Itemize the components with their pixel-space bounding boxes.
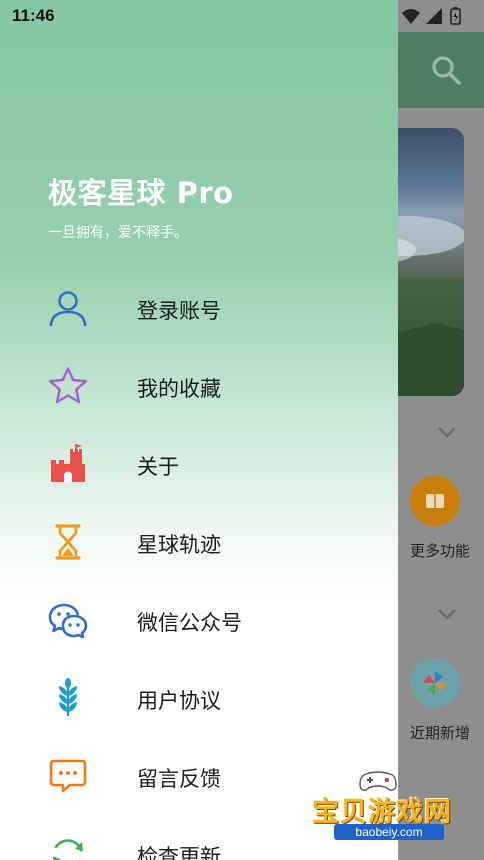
- pinwheel-icon[interactable]: [410, 658, 460, 708]
- watermark: 宝贝游戏网 baobeiy.com: [300, 766, 484, 860]
- chevron-down-icon[interactable]: [436, 606, 458, 620]
- menu-item-label: 留言反馈: [137, 767, 221, 791]
- message-icon: [48, 756, 88, 796]
- user-icon: [48, 288, 88, 328]
- status-bar: 11:46: [0, 0, 484, 32]
- recently-added-label[interactable]: 近期新增: [396, 722, 484, 743]
- chevron-down-icon[interactable]: [436, 424, 458, 438]
- wifi-icon: [402, 9, 420, 24]
- menu-item-label: 我的收藏: [137, 377, 221, 401]
- app-title: 极客星球 Pro: [48, 176, 234, 210]
- menu-item-label: 微信公众号: [137, 611, 242, 635]
- watermark-url: baobeiy.com: [334, 824, 444, 840]
- menu-item-label: 登录账号: [137, 299, 221, 323]
- castle-icon: [48, 444, 88, 484]
- refresh-icon: [48, 834, 88, 860]
- menu-item-label: 星球轨迹: [137, 533, 221, 557]
- status-time: 11:46: [12, 6, 55, 25]
- star-icon: [48, 366, 88, 406]
- menu-item-label: 用户协议: [137, 689, 221, 713]
- menu-item-favorites[interactable]: 我的收藏: [0, 348, 398, 426]
- menu-item-wechat[interactable]: 微信公众号: [0, 582, 398, 660]
- hourglass-icon: [48, 522, 88, 562]
- menu-item-history[interactable]: 星球轨迹: [0, 504, 398, 582]
- menu-item-label: 关于: [137, 455, 179, 479]
- status-icons: [398, 7, 470, 25]
- wheat-icon: [48, 678, 88, 718]
- menu-item-about[interactable]: 关于: [0, 426, 398, 504]
- signal-icon: [426, 8, 442, 24]
- battery-icon: [450, 7, 461, 25]
- menu-item-agreement[interactable]: 用户协议: [0, 660, 398, 738]
- navigation-drawer: 极客星球 Pro 一旦拥有，爱不释手。 登录账号 我的收藏 关于 星球轨迹 微信…: [0, 0, 398, 860]
- menu-item-login[interactable]: 登录账号: [0, 270, 398, 348]
- search-icon[interactable]: [430, 54, 462, 86]
- book-icon[interactable]: [410, 476, 460, 526]
- more-functions-label[interactable]: 更多功能: [396, 540, 484, 561]
- menu-item-label: 检查更新: [137, 845, 221, 860]
- app-slogan: 一旦拥有，爱不释手。: [48, 225, 188, 241]
- wechat-icon: [48, 600, 88, 640]
